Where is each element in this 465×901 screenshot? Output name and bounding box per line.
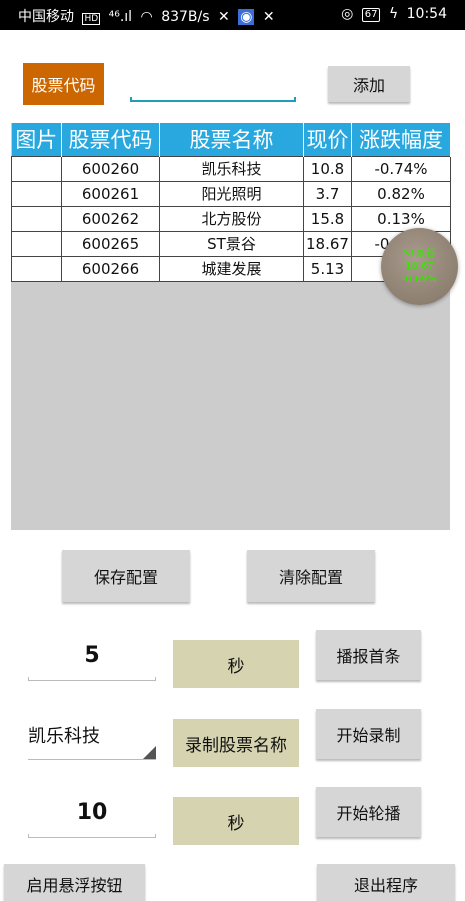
stock-select-underline bbox=[28, 756, 156, 760]
row-price: 3.7 bbox=[303, 180, 352, 207]
floating-stock-bubble[interactable]: ST景谷 18.67 -0.69% bbox=[381, 228, 458, 305]
row-change: 0.82% bbox=[351, 180, 451, 207]
add-button[interactable]: 添加 bbox=[328, 66, 410, 102]
eye-icon: ◎ bbox=[341, 6, 354, 22]
row-name: ST景谷 bbox=[159, 230, 304, 257]
clear-config-button[interactable]: 清除配置 bbox=[247, 550, 375, 602]
table-row[interactable]: 600262 北方股份 15.8 0.13% bbox=[11, 205, 451, 232]
row-change: 0.13% bbox=[351, 205, 451, 232]
row-image bbox=[11, 255, 62, 282]
network-speed: 837B/s bbox=[161, 9, 210, 25]
carousel-interval-input[interactable]: 10 bbox=[28, 800, 156, 825]
carousel-unit-label: 秒 bbox=[173, 797, 299, 845]
exit-button[interactable]: 退出程序 bbox=[317, 864, 455, 901]
status-right: ◎ 67 ϟ 10:54 bbox=[341, 6, 451, 22]
interval-input-underline bbox=[28, 677, 156, 681]
row-price: 18.67 bbox=[303, 230, 352, 257]
record-name-label: 录制股票名称 bbox=[173, 719, 299, 767]
row-image bbox=[11, 205, 62, 232]
header-price: 现价 bbox=[303, 123, 352, 156]
table-header-row: 图片 股票代码 股票名称 现价 涨跌幅度 bbox=[11, 123, 451, 156]
stock-select-value: 凯乐科技 bbox=[28, 726, 100, 747]
clock: 10:54 bbox=[406, 6, 447, 22]
stock-code-label: 股票代码 bbox=[23, 63, 104, 105]
row-image bbox=[11, 155, 62, 182]
row-price: 5.13 bbox=[303, 255, 352, 282]
row-code: 600260 bbox=[61, 155, 160, 182]
chat-notification-icon: ◉ bbox=[238, 9, 255, 25]
start-carousel-button[interactable]: 开始轮播 bbox=[316, 787, 421, 837]
row-name: 城建发展 bbox=[159, 255, 304, 282]
interval-input[interactable]: 5 bbox=[28, 643, 156, 668]
stock-select[interactable]: 凯乐科技 bbox=[28, 722, 156, 760]
app-notification-icon-2: ✕ bbox=[262, 9, 275, 25]
carousel-interval-underline bbox=[28, 834, 156, 838]
row-code: 600262 bbox=[61, 205, 160, 232]
row-code: 600266 bbox=[61, 255, 160, 282]
row-price: 15.8 bbox=[303, 205, 352, 232]
row-price: 10.8 bbox=[303, 155, 352, 182]
table-row[interactable]: 600260 凯乐科技 10.8 -0.74% bbox=[11, 155, 451, 182]
header-image: 图片 bbox=[11, 123, 62, 156]
wifi-icon: ◠ bbox=[140, 9, 153, 25]
signal-icon: ⁴⁶.ıl bbox=[108, 9, 133, 25]
charging-icon: ϟ bbox=[388, 6, 399, 22]
stock-code-input-underline bbox=[130, 97, 296, 102]
floating-stock-change: -0.69% bbox=[401, 274, 438, 285]
row-code: 600261 bbox=[61, 180, 160, 207]
header-code: 股票代码 bbox=[61, 123, 160, 156]
status-bar: 中国移动 HD ⁴⁶.ıl ◠ 837B/s ✕ ◉ ✕ ◎ 67 ϟ 10:5… bbox=[0, 0, 465, 30]
stock-table-area[interactable]: 图片 股票代码 股票名称 现价 涨跌幅度 600260 凯乐科技 10.8 -0… bbox=[11, 123, 451, 530]
table-row[interactable]: 600261 阳光照明 3.7 0.82% bbox=[11, 180, 451, 207]
save-config-button[interactable]: 保存配置 bbox=[62, 550, 190, 602]
hd-icon: HD bbox=[82, 13, 101, 25]
row-code: 600265 bbox=[61, 230, 160, 257]
carrier-label: 中国移动 bbox=[18, 9, 74, 25]
header-name: 股票名称 bbox=[159, 123, 304, 156]
header-change: 涨跌幅度 bbox=[351, 123, 451, 156]
floating-stock-price: 18.67 bbox=[405, 261, 434, 272]
interval-unit-label: 秒 bbox=[173, 640, 299, 688]
floating-stock-name: ST景谷 bbox=[403, 248, 436, 259]
start-record-button[interactable]: 开始录制 bbox=[316, 709, 421, 759]
row-change: -0.74% bbox=[351, 155, 451, 182]
status-left: 中国移动 HD ⁴⁶.ıl ◠ 837B/s ✕ ◉ ✕ bbox=[18, 6, 279, 26]
enable-float-button[interactable]: 启用悬浮按钮 bbox=[4, 864, 145, 901]
row-image bbox=[11, 180, 62, 207]
battery-icon: 67 bbox=[361, 8, 381, 22]
app-notification-icon: ✕ bbox=[218, 9, 230, 25]
row-name: 阳光照明 bbox=[159, 180, 304, 207]
row-image bbox=[11, 230, 62, 257]
row-name: 北方股份 bbox=[159, 205, 304, 232]
announce-first-button[interactable]: 播报首条 bbox=[316, 630, 421, 680]
row-name: 凯乐科技 bbox=[159, 155, 304, 182]
